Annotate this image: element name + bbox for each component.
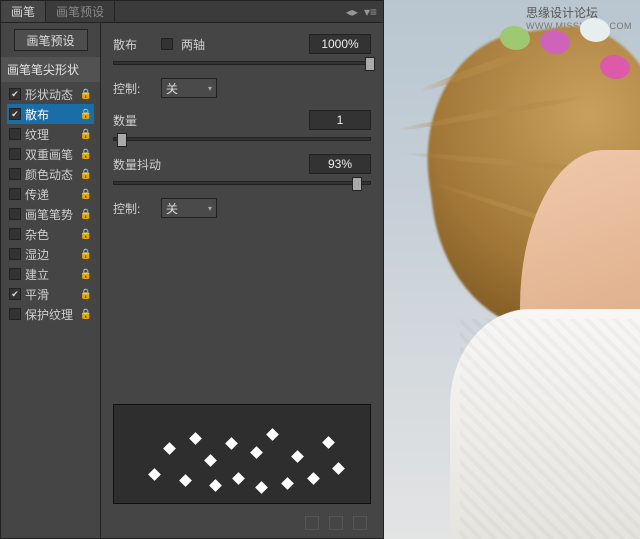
image-canvas: 思缘设计论坛 WWW.MISSYUAN.COM (384, 0, 640, 539)
sidebar-option-2[interactable]: 纹理 🔒 (7, 124, 94, 144)
lock-icon[interactable]: 🔒 (80, 129, 92, 140)
sidebar-option-11[interactable]: 保护纹理 🔒 (7, 304, 94, 324)
option-checkbox[interactable] (9, 188, 21, 200)
menu-icon[interactable]: ▾≡ (364, 5, 377, 19)
option-checkbox[interactable] (9, 268, 21, 280)
brush-presets-button[interactable]: 画笔预设 (14, 29, 88, 51)
both-axes-label: 两轴 (181, 36, 205, 53)
sidebar-option-9[interactable]: 建立 🔒 (7, 264, 94, 284)
count-slider[interactable] (113, 137, 371, 141)
collapse-icon[interactable]: ◂▸ (346, 5, 358, 19)
count-jitter-label: 数量抖动 (113, 156, 169, 173)
option-label: 传递 (25, 186, 49, 203)
settings-main: 散布 两轴 1000% 控制: 关 ▾ 数量 1 数量抖 (101, 23, 383, 538)
scatter-value-input[interactable]: 1000% (309, 34, 371, 54)
sidebar-option-0[interactable]: 形状动态 🔒 (7, 84, 94, 104)
sidebar-option-4[interactable]: 颜色动态 🔒 (7, 164, 94, 184)
option-checkbox[interactable] (9, 208, 21, 220)
chevron-down-icon: ▾ (208, 204, 212, 213)
new-preset-icon[interactable] (329, 516, 343, 530)
lock-icon[interactable]: 🔒 (80, 249, 92, 260)
option-checkbox[interactable] (9, 248, 21, 260)
option-checkbox[interactable] (9, 108, 21, 120)
control2-label: 控制: (113, 200, 153, 217)
lock-icon[interactable]: 🔒 (80, 89, 92, 100)
watermark-text: 思缘设计论坛 (526, 6, 598, 20)
option-checkbox[interactable] (9, 128, 21, 140)
flower-pink (540, 30, 570, 54)
sidebar-option-8[interactable]: 湿边 🔒 (7, 244, 94, 264)
sidebar-option-6[interactable]: 画笔笔势 🔒 (7, 204, 94, 224)
toggle-icon[interactable] (305, 516, 319, 530)
lock-icon[interactable]: 🔒 (80, 189, 92, 200)
flower-green (500, 26, 530, 50)
scatter-control-value: 关 (166, 80, 178, 97)
lock-icon[interactable]: 🔒 (80, 169, 92, 180)
flower-pink (600, 55, 630, 79)
flower-white (580, 18, 610, 42)
option-checkbox[interactable] (9, 168, 21, 180)
brush-sidebar: 画笔预设 画笔笔尖形状 形状动态🔒散布🔒纹理🔒双重画笔🔒颜色动态🔒传递🔒画笔笔势… (1, 23, 101, 538)
sidebar-option-10[interactable]: 平滑 🔒 (7, 284, 94, 304)
scatter-control-select[interactable]: 关 ▾ (161, 78, 217, 98)
brush-tip-shape-header[interactable]: 画笔笔尖形状 (1, 57, 100, 82)
sidebar-option-7[interactable]: 杂色 🔒 (7, 224, 94, 244)
lock-icon[interactable]: 🔒 (80, 229, 92, 240)
lock-icon[interactable]: 🔒 (80, 309, 92, 320)
count-jitter-control-value: 关 (166, 200, 178, 217)
option-label: 双重画笔 (25, 146, 73, 163)
option-checkbox[interactable] (9, 148, 21, 160)
lock-icon[interactable]: 🔒 (80, 269, 92, 280)
option-label: 建立 (25, 266, 49, 283)
count-jitter-value-input[interactable]: 93% (309, 154, 371, 174)
scatter-slider[interactable] (113, 61, 371, 65)
panel-footer-icons (113, 514, 371, 532)
lock-icon[interactable]: 🔒 (80, 109, 92, 120)
trash-icon[interactable] (353, 516, 367, 530)
brush-panel: 画笔 画笔预设 ◂▸ ▾≡ 画笔预设 画笔笔尖形状 形状动态🔒散布🔒纹理🔒双重画… (0, 0, 384, 539)
chevron-down-icon: ▾ (208, 84, 212, 93)
tab-brush[interactable]: 画笔 (1, 1, 46, 22)
sidebar-option-3[interactable]: 双重画笔 🔒 (7, 144, 94, 164)
brush-preview (113, 404, 371, 504)
option-label: 画笔笔势 (25, 206, 73, 223)
option-label: 形状动态 (25, 86, 73, 103)
lock-icon[interactable]: 🔒 (80, 289, 92, 300)
count-label: 数量 (113, 112, 153, 129)
option-label: 颜色动态 (25, 166, 73, 183)
tab-brush-presets[interactable]: 画笔预设 (46, 1, 115, 22)
panel-titlebar: 画笔 画笔预设 ◂▸ ▾≡ (1, 1, 383, 23)
both-axes-checkbox[interactable] (161, 38, 173, 50)
option-checkbox[interactable] (9, 308, 21, 320)
count-value-input[interactable]: 1 (309, 110, 371, 130)
option-checkbox[interactable] (9, 88, 21, 100)
option-label: 保护纹理 (25, 306, 73, 323)
dress-shape (450, 309, 640, 539)
count-jitter-control-select[interactable]: 关 ▾ (161, 198, 217, 218)
option-label: 散布 (25, 106, 49, 123)
sidebar-option-1[interactable]: 散布 🔒 (7, 104, 94, 124)
control-label: 控制: (113, 80, 153, 97)
scatter-label: 散布 (113, 36, 153, 53)
option-label: 平滑 (25, 286, 49, 303)
sidebar-option-5[interactable]: 传递 🔒 (7, 184, 94, 204)
option-label: 杂色 (25, 226, 49, 243)
option-label: 纹理 (25, 126, 49, 143)
option-checkbox[interactable] (9, 228, 21, 240)
option-label: 湿边 (25, 246, 49, 263)
count-jitter-slider[interactable] (113, 181, 371, 185)
option-checkbox[interactable] (9, 288, 21, 300)
lock-icon[interactable]: 🔒 (80, 149, 92, 160)
lock-icon[interactable]: 🔒 (80, 209, 92, 220)
